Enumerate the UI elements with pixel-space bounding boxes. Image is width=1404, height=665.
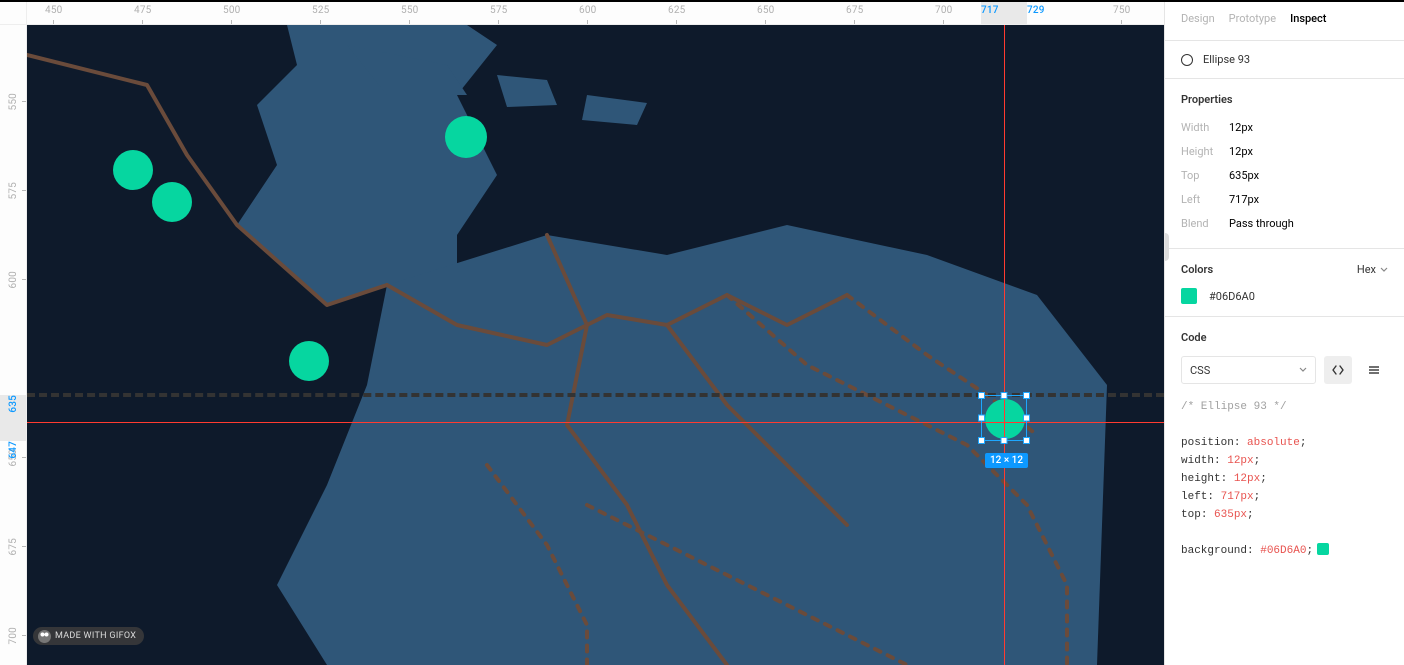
- selection-handle-w[interactable]: [978, 415, 985, 422]
- chevron-down-icon: [1299, 366, 1307, 374]
- ruler-h-tick: 650: [757, 2, 774, 24]
- selection-handle-ne[interactable]: [1023, 392, 1030, 399]
- code-title: Code: [1181, 331, 1388, 344]
- ruler-vertical[interactable]: 550 575 600 650 675 700 635 647: [0, 25, 27, 665]
- selection-handle-e[interactable]: [1023, 415, 1030, 422]
- code-view-button[interactable]: [1324, 356, 1352, 384]
- ruler-v-tick: 600: [0, 271, 26, 288]
- code-section: Code CSS /* Ellipse 93 */ positi: [1165, 317, 1404, 574]
- selected-layer-row[interactable]: Ellipse 93: [1165, 41, 1404, 79]
- ruler-h-tick: 475: [134, 2, 151, 24]
- ruler-v-tick-selection-end: 647: [0, 441, 26, 459]
- colors-section: Colors Hex #06D6A0: [1165, 249, 1404, 317]
- ruler-h-tick: 700: [935, 2, 952, 24]
- colors-title: Colors: [1181, 263, 1213, 276]
- code-language-label: CSS: [1190, 364, 1210, 377]
- selection-handle-s[interactable]: [1001, 437, 1008, 444]
- ruler-h-tick: 550: [401, 2, 418, 24]
- ruler-h-tick: 625: [668, 2, 685, 24]
- color-hex-value: #06D6A0: [1209, 290, 1255, 303]
- ruler-h-tick: 525: [312, 2, 329, 24]
- color-format-dropdown[interactable]: Hex: [1357, 263, 1388, 276]
- prop-top[interactable]: Top635px: [1181, 164, 1388, 188]
- gifox-watermark: MADE WITH GIFOX: [33, 627, 144, 645]
- ruler-corner: [0, 2, 27, 25]
- selection-handle-sw[interactable]: [978, 437, 985, 444]
- canvas-background: 12 × 12 MADE WITH GIFOX: [27, 25, 1164, 665]
- map-data-dot[interactable]: [152, 182, 192, 222]
- ruler-h-tick-selection-end: 729: [1027, 2, 1045, 24]
- color-format-label: Hex: [1357, 263, 1376, 276]
- color-swatch: [1181, 288, 1197, 304]
- ruler-v-tick: 675: [0, 538, 26, 555]
- selection-handle-nw[interactable]: [978, 392, 985, 399]
- selection-dimensions-badge: 12 × 12: [985, 453, 1028, 468]
- ruler-h-tick-selection-start: 717: [981, 2, 999, 24]
- color-swatch-row[interactable]: #06D6A0: [1181, 288, 1388, 304]
- code-language-select[interactable]: CSS: [1181, 356, 1316, 384]
- properties-section: Properties Width12px Height12px Top635px…: [1165, 79, 1404, 249]
- properties-title: Properties: [1181, 93, 1388, 106]
- tab-inspect[interactable]: Inspect: [1290, 12, 1326, 40]
- tab-design[interactable]: Design: [1181, 12, 1215, 40]
- map-data-dot[interactable]: [289, 341, 329, 381]
- ruler-h-tick: 600: [579, 2, 596, 24]
- selection-handle-se[interactable]: [1023, 437, 1030, 444]
- map-data-dot[interactable]: [445, 116, 487, 158]
- ruler-horizontal[interactable]: 450 475 500 525 550 575 600 625 650 675 …: [27, 2, 1164, 25]
- ruler-v-tick: 575: [0, 182, 26, 199]
- ruler-v-tick: 550: [0, 93, 26, 110]
- chevron-down-icon: [1380, 266, 1388, 274]
- inspector-panel: Design Prototype Inspect Ellipse 93 Prop…: [1164, 2, 1404, 665]
- ruler-v-tick-selection-start: 635: [0, 395, 26, 413]
- table-view-button[interactable]: [1360, 356, 1388, 384]
- map-artwork: [27, 25, 1164, 665]
- ruler-v-tick: 700: [0, 627, 26, 644]
- selection-handle-n[interactable]: [1001, 392, 1008, 399]
- prop-blend[interactable]: BlendPass through: [1181, 212, 1388, 236]
- ruler-h-tick: 675: [846, 2, 863, 24]
- code-output[interactable]: /* Ellipse 93 */ position: absolute; wid…: [1181, 398, 1388, 560]
- list-icon: [1367, 363, 1381, 377]
- inspector-tabs: Design Prototype Inspect: [1165, 2, 1404, 41]
- selected-layer-name: Ellipse 93: [1203, 53, 1250, 66]
- prop-left[interactable]: Left717px: [1181, 188, 1388, 212]
- selection-box[interactable]: [981, 395, 1027, 441]
- canvas[interactable]: 12 × 12 MADE WITH GIFOX: [27, 25, 1164, 665]
- ruler-h-tick: 575: [490, 2, 507, 24]
- tab-prototype[interactable]: Prototype: [1229, 12, 1276, 40]
- ellipse-icon: [1181, 54, 1193, 66]
- panel-resize-handle[interactable]: [1164, 233, 1169, 261]
- map-data-dot[interactable]: [113, 150, 153, 190]
- ruler-h-tick: 750: [1113, 2, 1130, 24]
- code-icon: [1331, 363, 1345, 377]
- prop-width[interactable]: Width12px: [1181, 116, 1388, 140]
- ruler-h-tick: 500: [223, 2, 240, 24]
- ruler-h-tick: 450: [45, 2, 62, 24]
- guide-vertical: [1004, 25, 1005, 665]
- code-color-swatch: [1317, 543, 1329, 555]
- prop-height[interactable]: Height12px: [1181, 140, 1388, 164]
